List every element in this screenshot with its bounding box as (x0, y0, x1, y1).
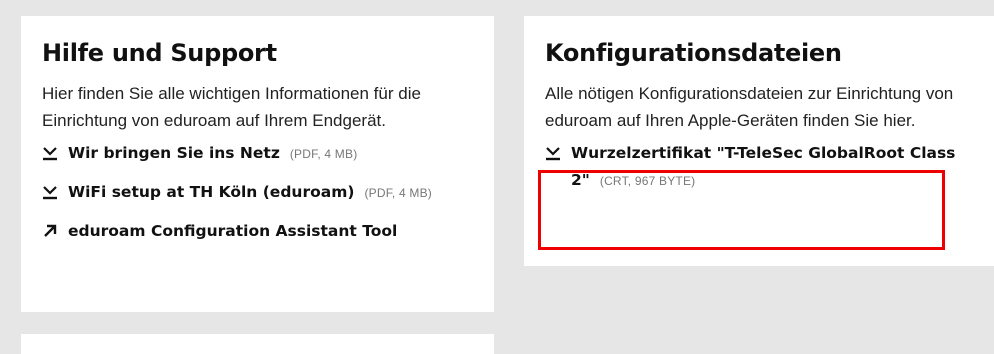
config-links-list: Wurzelzertifikat "T-TeleSec GlobalRoot C… (545, 140, 974, 194)
help-links-list: Wir bringen Sie ins Netz (PDF, 4 MB) WiFi… (42, 140, 474, 245)
link-label[interactable]: WiFi setup at TH Köln (eduroam) (68, 183, 354, 201)
download-icon (42, 179, 60, 205)
help-card-title: Hilfe und Support (42, 39, 277, 67)
download-icon (545, 140, 563, 166)
config-files-card: Konfigurationsdateien Alle nötigen Konfi… (524, 16, 994, 266)
file-meta: (PDF, 4 MB) (289, 147, 358, 161)
help-support-card: Hilfe und Support Hier finden Sie alle w… (21, 16, 494, 312)
link-label[interactable]: Wir bringen Sie ins Netz (68, 144, 280, 162)
download-link-root-certificate[interactable]: Wurzelzertifikat "T-TeleSec GlobalRoot C… (545, 140, 974, 194)
link-label[interactable]: eduroam Configuration Assistant Tool (68, 222, 397, 240)
file-meta: (CRT, 967 BYTE) (599, 174, 696, 188)
config-card-description: Alle nötigen Konfigurationsdateien zur E… (545, 84, 954, 130)
config-card-title: Konfigurationsdateien (545, 39, 842, 67)
external-link-eduroam-cat[interactable]: eduroam Configuration Assistant Tool (42, 218, 474, 245)
help-card-description: Hier finden Sie alle wichtigen Informati… (42, 84, 421, 130)
download-icon (42, 140, 60, 166)
file-meta: (PDF, 4 MB) (364, 186, 432, 200)
download-link-wir-bringen-sie-ins-netz[interactable]: Wir bringen Sie ins Netz (PDF, 4 MB) (42, 140, 474, 167)
next-card-partial (21, 334, 494, 354)
download-link-wifi-setup[interactable]: WiFi setup at TH Köln (eduroam) (PDF, 4 M… (42, 179, 474, 206)
external-link-icon (42, 218, 60, 244)
